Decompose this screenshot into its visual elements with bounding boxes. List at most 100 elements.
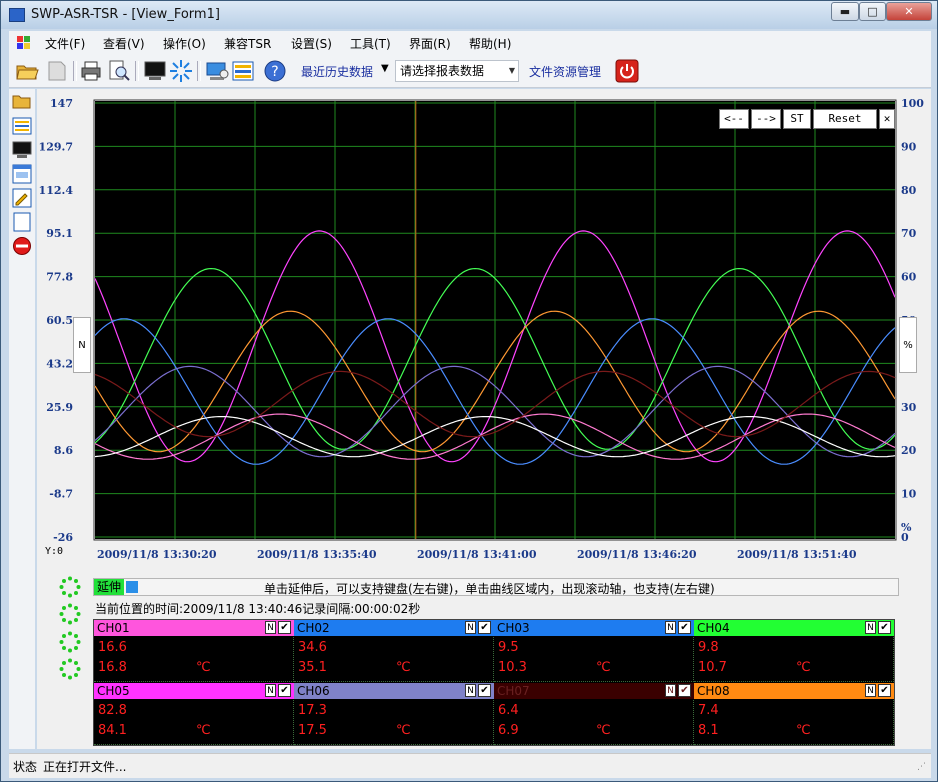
- minimize-button[interactable]: ▬: [831, 2, 859, 21]
- channel-visible-checkbox[interactable]: ✔: [478, 621, 491, 634]
- status-bar: 状态 正在打开文件... ⋰: [9, 753, 931, 778]
- channel-cell[interactable]: CH05 N ✔ 82.8 84.1 ℃: [94, 683, 294, 745]
- channel-value-secondary: 35.1: [298, 660, 327, 675]
- blank-doc-icon[interactable]: [45, 59, 69, 83]
- print-preview-icon[interactable]: [107, 59, 131, 83]
- channel-n-toggle[interactable]: N: [265, 684, 276, 697]
- menu-settings[interactable]: 设置(S): [291, 35, 332, 52]
- channel-n-toggle[interactable]: N: [265, 621, 276, 634]
- menu-tools[interactable]: 工具(T): [350, 35, 391, 52]
- reset-button[interactable]: Reset: [813, 109, 877, 129]
- channel-header[interactable]: CH05 N ✔: [94, 683, 294, 699]
- channel-name: CH04: [697, 621, 730, 635]
- channel-n-toggle[interactable]: N: [465, 684, 476, 697]
- close-chart-tools-button[interactable]: ✕: [879, 109, 895, 129]
- x-tick-label: 2009/11/8 13:41:00: [417, 548, 537, 561]
- channel-n-toggle[interactable]: N: [665, 684, 676, 697]
- channel-visible-checkbox[interactable]: ✔: [678, 621, 691, 634]
- channel-cell[interactable]: CH03 N ✔ 9.5 10.3 ℃: [494, 620, 694, 682]
- channel-n-toggle[interactable]: N: [865, 621, 876, 634]
- channel-cell[interactable]: CH04 N ✔ 9.8 10.7 ℃: [694, 620, 894, 682]
- channel-visible-checkbox[interactable]: ✔: [878, 684, 891, 697]
- history-dropdown-arrow[interactable]: ▼: [381, 63, 389, 74]
- menu-file[interactable]: 文件(F): [45, 35, 85, 52]
- channel-name: CH07: [497, 684, 530, 698]
- channel-cell[interactable]: CH01 N ✔ 16.6 16.8 ℃: [94, 620, 294, 682]
- display-settings-icon[interactable]: [205, 59, 229, 83]
- blank-window-icon[interactable]: [12, 212, 32, 232]
- channel-header[interactable]: CH02 N ✔: [294, 620, 494, 636]
- svg-text:?: ?: [271, 64, 278, 80]
- file-manager-link[interactable]: 文件资源管理: [529, 63, 601, 80]
- monitor-icon[interactable]: [12, 140, 32, 160]
- channel-name: CH03: [497, 621, 530, 635]
- recent-history-link[interactable]: 最近历史数据: [301, 63, 373, 80]
- list-icon[interactable]: [12, 116, 32, 136]
- channel-header[interactable]: CH07 N ✔: [494, 683, 694, 699]
- monitor-icon[interactable]: [143, 59, 167, 83]
- extend-indicator: [126, 581, 138, 593]
- channel-n-toggle[interactable]: N: [665, 621, 676, 634]
- channel-n-toggle[interactable]: N: [465, 621, 476, 634]
- channel-cell[interactable]: CH07 N ✔ 6.4 6.9 ℃: [494, 683, 694, 745]
- channel-visible-checkbox[interactable]: ✔: [678, 684, 691, 697]
- channel-visible-checkbox[interactable]: ✔: [278, 684, 291, 697]
- channel-header[interactable]: CH01 N ✔: [94, 620, 294, 636]
- scroll-right-button[interactable]: -->: [751, 109, 781, 129]
- channel-unit: ℃: [596, 723, 611, 738]
- channel-value-secondary: 6.9: [498, 723, 519, 738]
- channel-header[interactable]: CH08 N ✔: [694, 683, 894, 699]
- report-select[interactable]: 请选择报表数据 ▼: [395, 60, 519, 82]
- scroll-left-button[interactable]: <--: [719, 109, 749, 129]
- left-axis-tab[interactable]: N: [73, 317, 91, 373]
- maximize-button[interactable]: □: [859, 2, 886, 21]
- channel-name: CH08: [697, 684, 730, 698]
- window-icon[interactable]: [12, 164, 32, 184]
- mdi-app-icon[interactable]: [17, 36, 31, 50]
- edit-icon[interactable]: [12, 188, 32, 208]
- extend-button[interactable]: 延伸: [94, 579, 124, 595]
- channel-cell[interactable]: CH08 N ✔ 7.4 8.1 ℃: [694, 683, 894, 745]
- open-folder-icon[interactable]: [15, 59, 39, 83]
- power-icon[interactable]: [615, 59, 639, 83]
- y-right-tick-label: 80: [901, 184, 917, 197]
- menu-interface[interactable]: 界面(R): [409, 35, 451, 52]
- y-right-tick-label: 20: [901, 444, 917, 457]
- channel-cell[interactable]: CH02 N ✔ 34.6 35.1 ℃: [294, 620, 494, 682]
- resize-grip-icon[interactable]: ⋰: [917, 762, 929, 774]
- toolbar-separator: [135, 61, 139, 81]
- channel-n-toggle[interactable]: N: [865, 684, 876, 697]
- open-folder-icon[interactable]: [12, 91, 32, 111]
- channel-value-current: 34.6: [298, 640, 327, 655]
- channel-header[interactable]: CH03 N ✔: [494, 620, 694, 636]
- channel-name: CH02: [297, 621, 330, 635]
- trend-chart[interactable]: 147100129.790112.48095.17077.86060.55043…: [37, 89, 931, 569]
- title-bar[interactable]: SWP-ASR-TSR - [View_Form1] ▬ □ ✕: [1, 1, 937, 29]
- y-left-tick-label: -8.7: [49, 488, 73, 501]
- app-icon: [9, 8, 25, 22]
- right-axis-tab[interactable]: %: [899, 317, 917, 373]
- y-left-tick-label: 25.9: [46, 401, 73, 414]
- x-tick-label: 2009/11/8 13:35:40: [257, 548, 377, 561]
- channel-visible-checkbox[interactable]: ✔: [878, 621, 891, 634]
- channel-visible-checkbox[interactable]: ✔: [478, 684, 491, 697]
- spark-icon[interactable]: [169, 59, 193, 83]
- channel-visible-checkbox[interactable]: ✔: [278, 621, 291, 634]
- channel-cell[interactable]: CH06 N ✔ 17.3 17.5 ℃: [294, 683, 494, 745]
- menu-help[interactable]: 帮助(H): [469, 35, 511, 52]
- status-label: 状态: [13, 760, 38, 774]
- help-icon[interactable]: ?: [263, 59, 287, 83]
- report-select-value: 请选择报表数据: [400, 64, 485, 78]
- menu-compat-tsr[interactable]: 兼容TSR: [224, 35, 271, 52]
- busy-spinner-icon: [59, 658, 81, 680]
- st-button[interactable]: ST: [783, 109, 811, 129]
- print-icon[interactable]: [79, 59, 103, 83]
- list-view-icon[interactable]: [231, 59, 255, 83]
- close-button[interactable]: ✕: [886, 2, 932, 21]
- busy-spinner-icon: [59, 603, 81, 625]
- menu-view[interactable]: 查看(V): [103, 35, 145, 52]
- stop-icon[interactable]: [12, 236, 32, 256]
- channel-header[interactable]: CH04 N ✔: [694, 620, 894, 636]
- channel-header[interactable]: CH06 N ✔: [294, 683, 494, 699]
- menu-operate[interactable]: 操作(O): [163, 35, 206, 52]
